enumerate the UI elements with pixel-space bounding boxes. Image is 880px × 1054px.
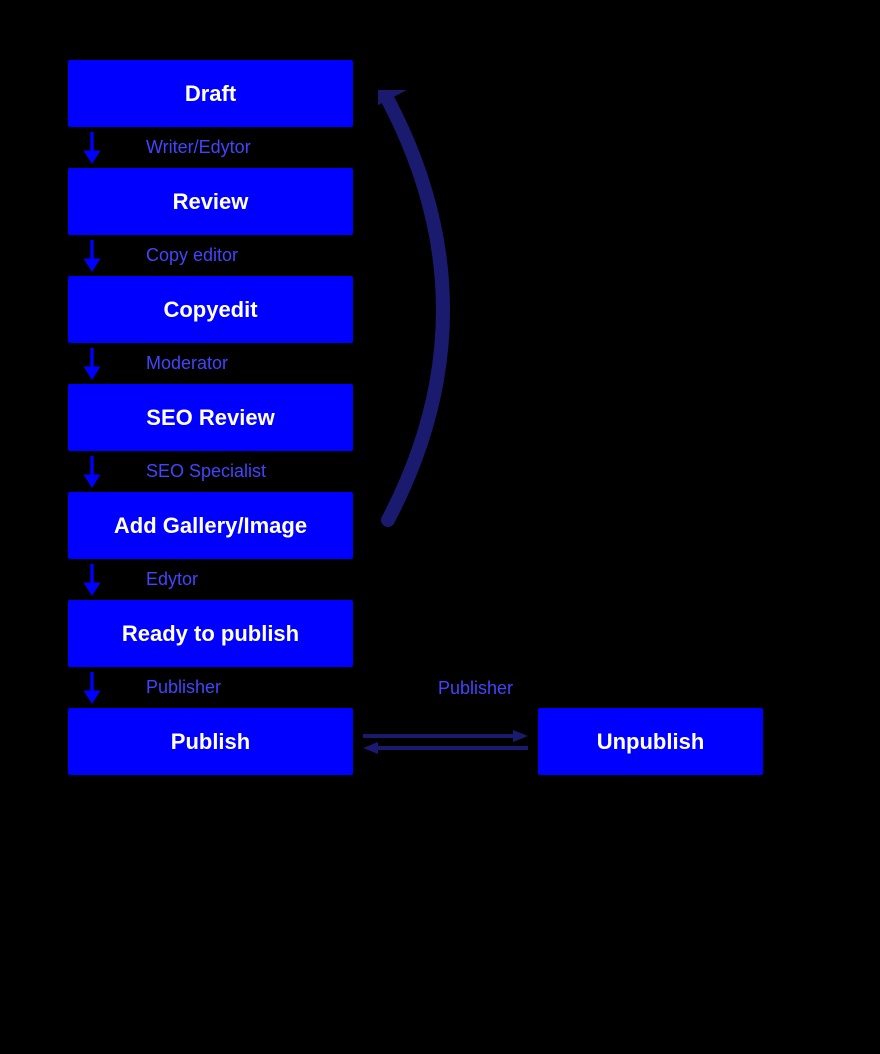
- add-gallery-state: Add Gallery/Image: [68, 492, 353, 559]
- publisher-down-label: Publisher: [106, 667, 221, 708]
- moderator-label: Moderator: [106, 343, 228, 384]
- arrow-down-5: [68, 562, 106, 598]
- edytor-label: Edytor: [106, 559, 198, 600]
- flow-left: Draft Writer/Edytor Review Copy editor: [68, 60, 353, 775]
- diagram-container: Draft Writer/Edytor Review Copy editor: [68, 60, 818, 775]
- ready-to-publish-state: Ready to publish: [68, 600, 353, 667]
- unpublish-state: Unpublish: [538, 708, 763, 775]
- publish-state: Publish: [68, 708, 353, 775]
- moderator-row: Moderator: [68, 343, 228, 384]
- arrow-down-6: [68, 670, 106, 706]
- arrow-down-1: [68, 130, 106, 166]
- copy-editor-row: Copy editor: [68, 235, 238, 276]
- seo-specialist-row: SEO Specialist: [68, 451, 266, 492]
- publisher-middle-label: Publisher: [438, 678, 513, 699]
- writer-editor-row: Writer/Edytor: [68, 127, 251, 168]
- curved-arrow-icon: [378, 90, 508, 540]
- copy-editor-label: Copy editor: [106, 235, 238, 276]
- publisher-row: Publisher: [68, 667, 221, 708]
- publish-unpublish-row: Publisher Publish Unpublish: [68, 708, 763, 775]
- review-state: Review: [68, 168, 353, 235]
- draft-state: Draft: [68, 60, 353, 127]
- seo-review-state: SEO Review: [68, 384, 353, 451]
- seo-specialist-label: SEO Specialist: [106, 451, 266, 492]
- double-arrow-icon: [353, 722, 538, 762]
- arrow-down-2: [68, 238, 106, 274]
- arrow-down-3: [68, 346, 106, 382]
- edytor-row: Edytor: [68, 559, 198, 600]
- writer-editor-label: Writer/Edytor: [106, 127, 251, 168]
- copyedit-state: Copyedit: [68, 276, 353, 343]
- arrow-down-4: [68, 454, 106, 490]
